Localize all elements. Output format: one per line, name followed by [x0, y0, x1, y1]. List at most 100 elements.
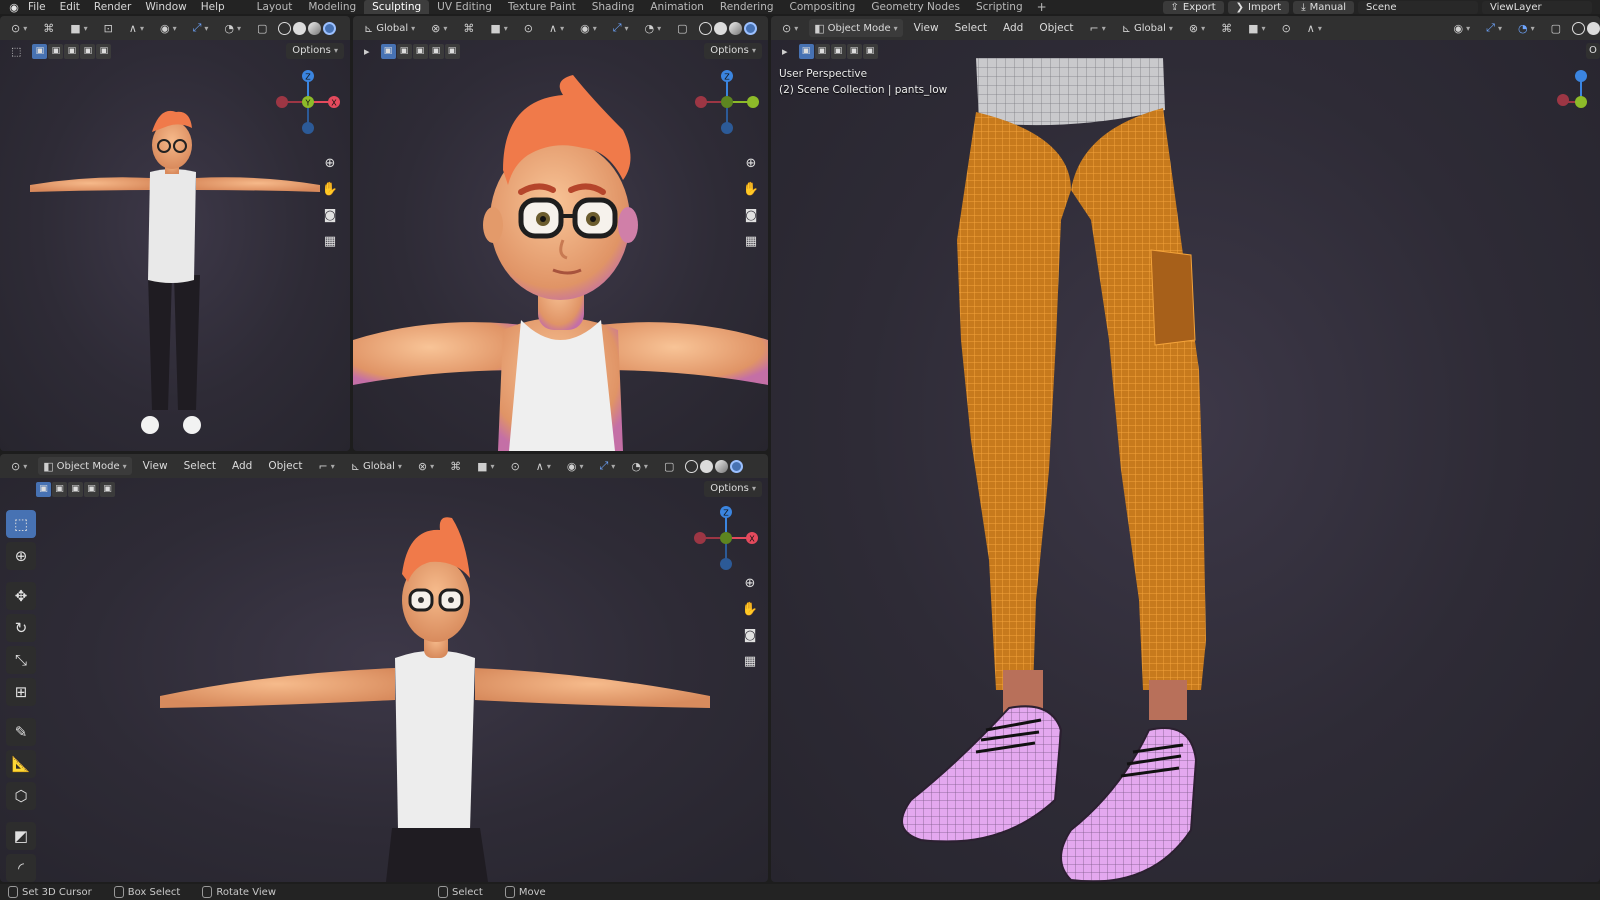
options-dropdown[interactable]: Options ▾ [286, 43, 344, 59]
options-dropdown[interactable]: O [1586, 43, 1600, 59]
xray-icon[interactable]: ▢ [659, 457, 679, 475]
orientation-dropdown[interactable]: ⊾ Global ▾ [359, 19, 420, 37]
scene-selector[interactable]: Scene [1358, 0, 1478, 14]
visibility-icon[interactable]: ◉ ▾ [1449, 19, 1476, 37]
select-subtract-icon[interactable]: ▣ [68, 481, 83, 497]
tab-layout[interactable]: Layout [249, 0, 301, 14]
pan-hand-icon[interactable]: ✋ [739, 598, 761, 620]
overlay-toggle-icon[interactable]: ◔ ▾ [219, 19, 246, 37]
proportional-icon[interactable]: ⊙ [506, 457, 525, 475]
menu-help[interactable]: Help [201, 1, 225, 13]
snap-target-icon[interactable]: ■ ▾ [472, 457, 499, 475]
grid-icon[interactable]: ▦ [319, 230, 341, 252]
select-intersect-icon[interactable]: ▣ [96, 43, 112, 59]
axis-gizmo[interactable]: Z Y X [268, 64, 348, 144]
solid-shading-icon[interactable] [700, 459, 714, 473]
viewport-canvas[interactable] [0, 478, 768, 882]
overlay-toggle-icon[interactable]: ◔ ▾ [1513, 19, 1540, 37]
tab-rendering[interactable]: Rendering [712, 0, 782, 14]
import-button[interactable]: ❯ Import [1227, 0, 1290, 14]
camera-icon[interactable]: ◙ [739, 624, 761, 646]
tab-compositing[interactable]: Compositing [782, 0, 864, 14]
add-workspace-icon[interactable]: + [1031, 0, 1053, 14]
tool-select-icon[interactable]: ⬚ [6, 42, 26, 60]
object-mode-dropdown[interactable]: ◧ Object Mode ▾ [809, 19, 903, 37]
measure-tool-icon[interactable]: 📐 [6, 750, 36, 778]
rendered-shading-icon[interactable] [323, 21, 337, 35]
options-dropdown[interactable]: Options ▾ [704, 43, 762, 59]
grid-icon[interactable]: ▦ [740, 230, 762, 252]
xray-icon[interactable]: ▢ [672, 19, 692, 37]
select-subtract-icon[interactable]: ▣ [830, 43, 846, 59]
move-tool-icon[interactable]: ✥ [6, 582, 36, 610]
overlay-toggle-icon[interactable]: ◔ ▾ [626, 457, 653, 475]
select-extend-icon[interactable]: ▣ [396, 43, 412, 59]
menu-view[interactable]: View [909, 22, 944, 34]
zoom-icon[interactable]: ⊕ [739, 572, 761, 594]
select-invert-icon[interactable]: ▣ [80, 43, 96, 59]
gizmo-toggle-icon[interactable]: ⤢ ▾ [608, 19, 634, 37]
select-extend-icon[interactable]: ▣ [52, 481, 67, 497]
tab-animation[interactable]: Animation [642, 0, 712, 14]
editor-type-icon[interactable]: ⊙ ▾ [777, 19, 803, 37]
navigation-gizmo[interactable]: Z Y X [268, 64, 348, 144]
material-shading-icon[interactable] [715, 459, 729, 473]
pivot-point-icon[interactable]: ⊗ ▾ [413, 457, 439, 475]
menu-window[interactable]: Window [145, 1, 186, 13]
select-invert-icon[interactable]: ▣ [846, 43, 862, 59]
zoom-icon[interactable]: ⊕ [319, 152, 341, 174]
proportional-falloff-icon[interactable]: ∧ ▾ [1302, 19, 1327, 37]
visibility-icon[interactable]: ◉ ▾ [562, 457, 589, 475]
material-shading-icon[interactable] [728, 21, 742, 35]
tab-sculpting[interactable]: Sculpting [364, 0, 430, 14]
solid-shading-icon[interactable] [713, 21, 727, 35]
cursor-tool-icon[interactable]: ⊕ [6, 542, 36, 570]
snap-icon[interactable]: ⌘ [458, 19, 479, 37]
blender-logo-icon[interactable]: ◉ [0, 1, 28, 14]
viewport-top-middle[interactable]: ⊾ Global ▾ ⊗ ▾ ⌘ ■ ▾ ⊙ ∧ ▾ ◉ ▾ ⤢ ▾ ◔ ▾ ▢ ▸ ▣ ▣ ▣… [353, 16, 768, 451]
select-intersect-icon[interactable]: ▣ [100, 481, 115, 497]
select-intersect-icon[interactable]: ▣ [444, 43, 460, 59]
menu-select[interactable]: Select [179, 460, 221, 472]
menu-render[interactable]: Render [94, 1, 131, 13]
extra-tool-icon[interactable]: ◩ [6, 822, 36, 850]
menu-object[interactable]: Object [1034, 22, 1078, 34]
gizmo-toggle-icon[interactable]: ⤢ ▾ [1481, 19, 1507, 37]
tab-modeling[interactable]: Modeling [300, 0, 364, 14]
camera-icon[interactable]: ◙ [740, 204, 762, 226]
select-new-icon[interactable]: ▣ [36, 481, 51, 497]
wireframe-shading-icon[interactable] [278, 21, 292, 35]
wireframe-shading-icon[interactable] [685, 459, 699, 473]
gizmo-toggle-icon[interactable]: ⤢ ▾ [188, 19, 214, 37]
viewport-canvas[interactable] [771, 40, 1600, 882]
proportional-icon[interactable]: ⊙ [1277, 19, 1296, 37]
wireframe-shading-icon[interactable] [698, 21, 712, 35]
editor-type-icon[interactable]: ⊙ ▾ [6, 19, 32, 37]
menu-file[interactable]: File [28, 1, 46, 13]
add-cube-tool-icon[interactable]: ⬡ [6, 782, 36, 810]
proportional-icon[interactable]: ■ ▾ [65, 19, 92, 37]
options-dropdown[interactable]: Options ▾ [704, 481, 762, 497]
proportional-icon[interactable]: ⊙ [519, 19, 538, 37]
select-box-tool-icon[interactable]: ⬚ [6, 510, 36, 538]
tab-uv-editing[interactable]: UV Editing [429, 0, 500, 14]
pan-hand-icon[interactable]: ✋ [319, 178, 341, 200]
select-extend-icon[interactable]: ▣ [48, 43, 64, 59]
export-button[interactable]: ⇪ Export [1162, 0, 1224, 14]
pivot-point-icon[interactable]: ⊗ ▾ [1184, 19, 1210, 37]
overlay-toggle-icon[interactable]: ◔ ▾ [640, 19, 667, 37]
menu-add[interactable]: Add [227, 460, 257, 472]
axis-gizmo[interactable]: Z X [686, 500, 766, 580]
snap-icon[interactable]: ⌘ [38, 19, 59, 37]
select-new-icon[interactable]: ▣ [32, 43, 48, 59]
axis-gizmo[interactable]: Z [687, 64, 767, 144]
menu-object[interactable]: Object [263, 460, 307, 472]
tab-scripting[interactable]: Scripting [968, 0, 1031, 14]
material-shading-icon[interactable] [308, 21, 322, 35]
navigation-gizmo[interactable] [1551, 64, 1600, 144]
annotate-tool-icon[interactable]: ✎ [6, 718, 36, 746]
menu-edit[interactable]: Edit [60, 1, 80, 13]
falloff-icon[interactable]: ∧ ▾ [544, 19, 569, 37]
rendered-shading-icon[interactable] [730, 459, 744, 473]
menu-select[interactable]: Select [950, 22, 992, 34]
